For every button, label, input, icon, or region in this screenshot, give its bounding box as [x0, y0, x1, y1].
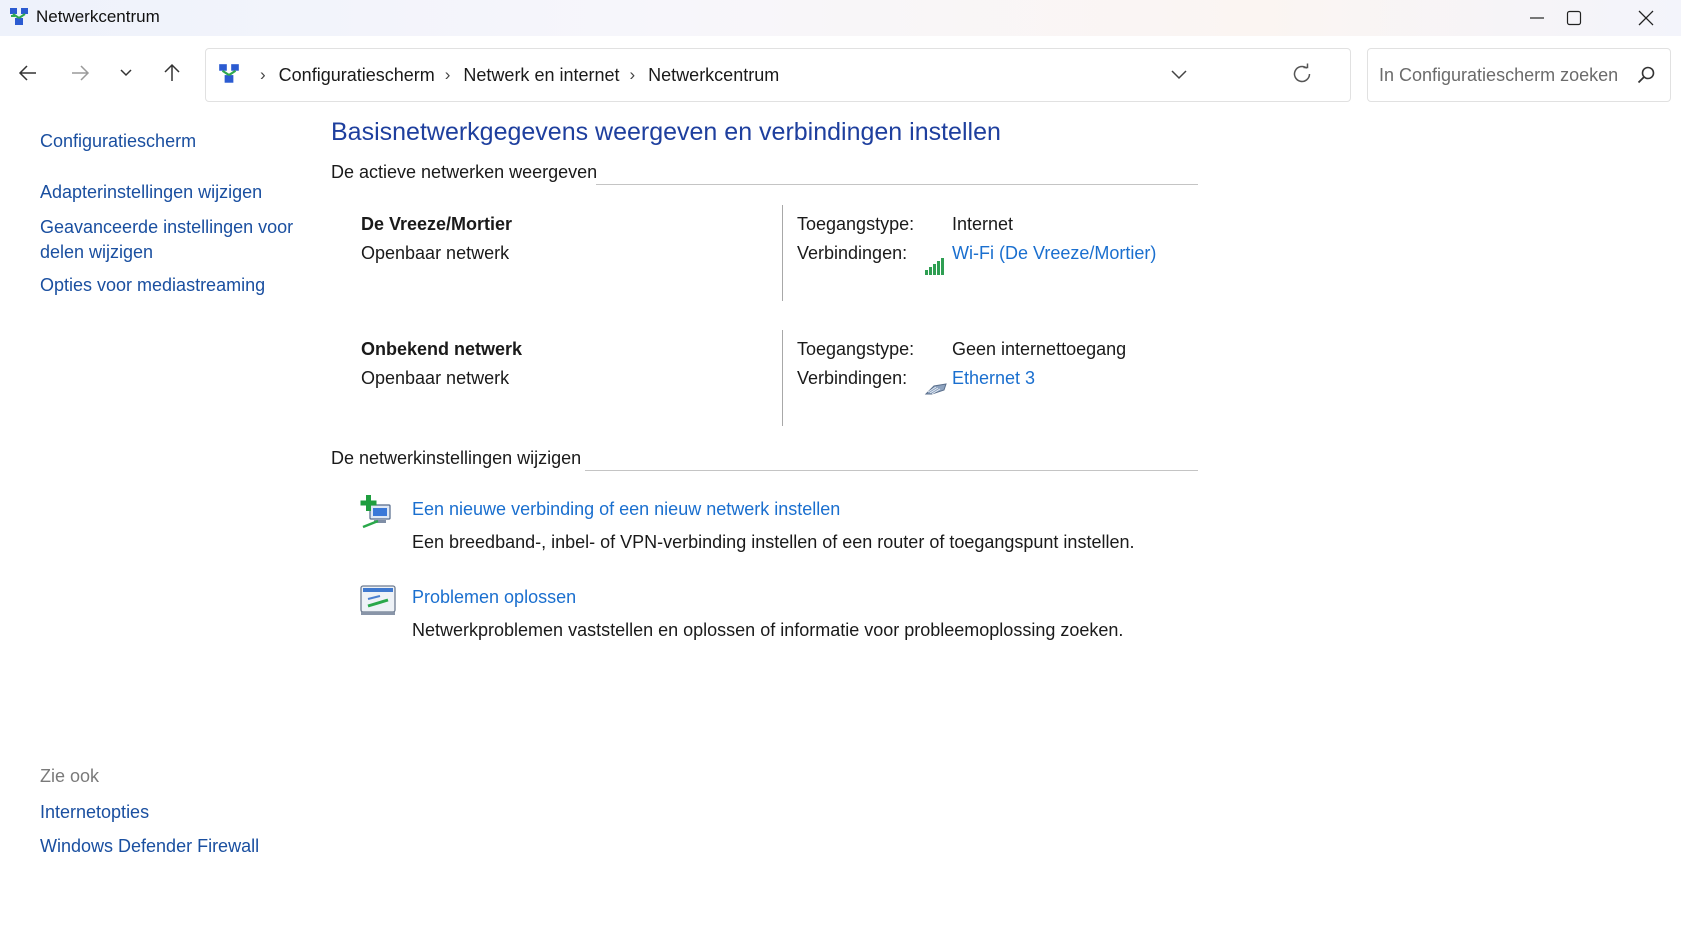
arrow-up-icon [164, 63, 180, 81]
see-also-heading: Zie ook [40, 766, 100, 786]
maximize-button[interactable] [1539, 0, 1609, 36]
new-connection-icon [360, 495, 391, 529]
close-icon [1638, 10, 1654, 26]
navigation-bar: › Configuratiescherm › Netwerk en intern… [0, 36, 1681, 116]
chevron-down-icon [1171, 70, 1187, 80]
section-divider [596, 184, 1198, 185]
address-history-button[interactable] [1168, 63, 1190, 90]
network-name: Onbekend netwerk [361, 339, 523, 359]
network-divider [782, 330, 783, 426]
forward-button[interactable] [60, 53, 100, 93]
chevron-right-icon[interactable]: › [260, 65, 266, 85]
network-center-icon [10, 8, 28, 25]
wifi-signal-icon [925, 258, 944, 275]
see-also-firewall[interactable]: Windows Defender Firewall [40, 834, 259, 859]
chevron-down-icon [120, 69, 132, 77]
chevron-right-icon[interactable]: › [630, 65, 636, 85]
back-button[interactable] [8, 53, 48, 93]
sidebar-item-advanced-sharing[interactable]: Geavanceerde instellingen voor delen wij… [40, 215, 305, 265]
network-profile: Openbaar netwerk [361, 368, 510, 388]
access-type-label: Toegangstype: [797, 214, 915, 234]
active-networks-heading: De actieve netwerken weergeven [331, 162, 598, 182]
control-panel-icon [219, 64, 239, 83]
section-divider [585, 470, 1198, 471]
access-type-value: Geen internettoegang [952, 339, 1127, 359]
network-name: De Vreeze/Mortier [361, 214, 513, 234]
breadcrumb-network-internet[interactable]: Netwerk en internet [463, 65, 619, 86]
sidebar-item-media-streaming[interactable]: Opties voor mediastreaming [40, 273, 265, 298]
change-settings-heading: De netwerkinstellingen wijzigen [331, 448, 582, 468]
access-type-label: Toegangstype: [797, 339, 915, 359]
refresh-button[interactable] [1290, 62, 1314, 91]
arrow-left-icon [18, 65, 36, 81]
setup-new-connection-description: Een breedband-, inbel- of VPN-verbinding… [412, 532, 1135, 552]
search-box[interactable]: In Configuratiescherm zoeken [1367, 48, 1671, 102]
up-button[interactable] [152, 53, 192, 93]
breadcrumb-control-panel[interactable]: Configuratiescherm [279, 65, 435, 86]
title-bar: Netwerkcentrum [0, 0, 1681, 36]
refresh-icon [1293, 63, 1311, 83]
network-divider [782, 205, 783, 301]
search-input[interactable]: In Configuratiescherm zoeken [1379, 65, 1618, 86]
sidebar-item-adapter-settings[interactable]: Adapterinstellingen wijzigen [40, 180, 262, 205]
connections-label: Verbindingen: [797, 243, 908, 263]
see-also-internet-options[interactable]: Internetopties [40, 800, 149, 825]
search-icon[interactable] [1636, 65, 1656, 85]
maximize-icon [1566, 10, 1582, 26]
ethernet-cable-icon [924, 383, 947, 395]
ethernet-connection-link[interactable]: Ethernet 3 [952, 368, 1035, 389]
breadcrumb-network-center[interactable]: Netwerkcentrum [648, 65, 779, 86]
address-bar[interactable]: › Configuratiescherm › Netwerk en intern… [205, 48, 1351, 102]
recent-locations-button[interactable] [106, 53, 146, 93]
network-profile: Openbaar netwerk [361, 243, 510, 263]
access-type-value: Internet [952, 214, 1014, 234]
wifi-connection-link[interactable]: Wi-Fi (De Vreeze/Mortier) [952, 243, 1156, 264]
breadcrumb: › Configuratiescherm › Netwerk en intern… [250, 49, 779, 101]
window-title: Netwerkcentrum [36, 7, 160, 26]
sidebar-control-panel-home[interactable]: Configuratiescherm [40, 129, 196, 154]
connections-label: Verbindingen: [797, 368, 908, 388]
close-button[interactable] [1611, 0, 1681, 36]
arrow-right-icon [72, 65, 90, 81]
chevron-right-icon[interactable]: › [445, 65, 451, 85]
troubleshoot-icon [360, 585, 396, 615]
troubleshoot-description: Netwerkproblemen vaststellen en oplossen… [412, 620, 1124, 640]
troubleshoot-link[interactable]: Problemen oplossen [412, 587, 576, 608]
page-title: Basisnetwerkgegevens weergeven en verbin… [331, 118, 1001, 146]
setup-new-connection-link[interactable]: Een nieuwe verbinding of een nieuw netwe… [412, 499, 840, 520]
